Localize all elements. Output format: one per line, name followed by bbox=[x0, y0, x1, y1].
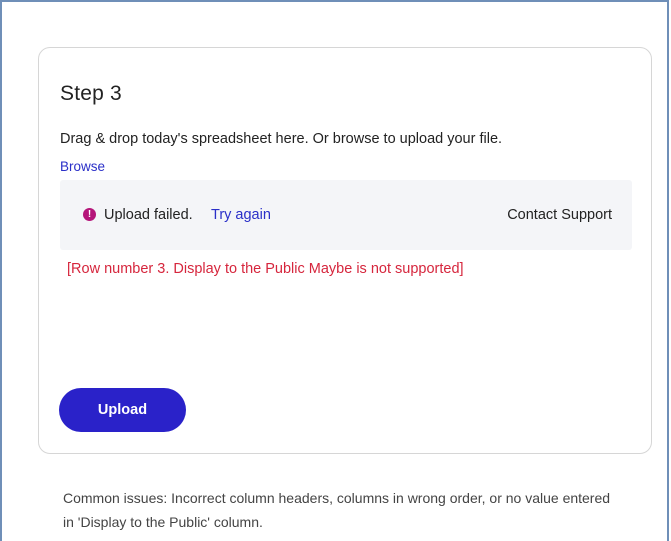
step-title: Step 3 bbox=[60, 82, 122, 105]
page-frame: Step 3 Drag & drop today's spreadsheet h… bbox=[0, 0, 669, 541]
upload-failed-text: Upload failed. bbox=[104, 207, 193, 223]
upload-button[interactable]: Upload bbox=[59, 388, 186, 432]
exclamation-circle-icon: ! bbox=[83, 208, 96, 221]
validation-error-message: [Row number 3. Display to the Public May… bbox=[67, 261, 464, 277]
upload-instructions: Drag & drop today's spreadsheet here. Or… bbox=[60, 131, 503, 147]
upload-step-card: Step 3 Drag & drop today's spreadsheet h… bbox=[38, 47, 652, 454]
upload-status-bar: ! Upload failed. Try again Contact Suppo… bbox=[60, 180, 632, 250]
browse-link[interactable]: Browse bbox=[60, 158, 105, 175]
common-issues-help-text: Common issues: Incorrect column headers,… bbox=[63, 490, 611, 530]
contact-support-link[interactable]: Contact Support bbox=[507, 206, 612, 224]
try-again-link[interactable]: Try again bbox=[211, 206, 271, 224]
